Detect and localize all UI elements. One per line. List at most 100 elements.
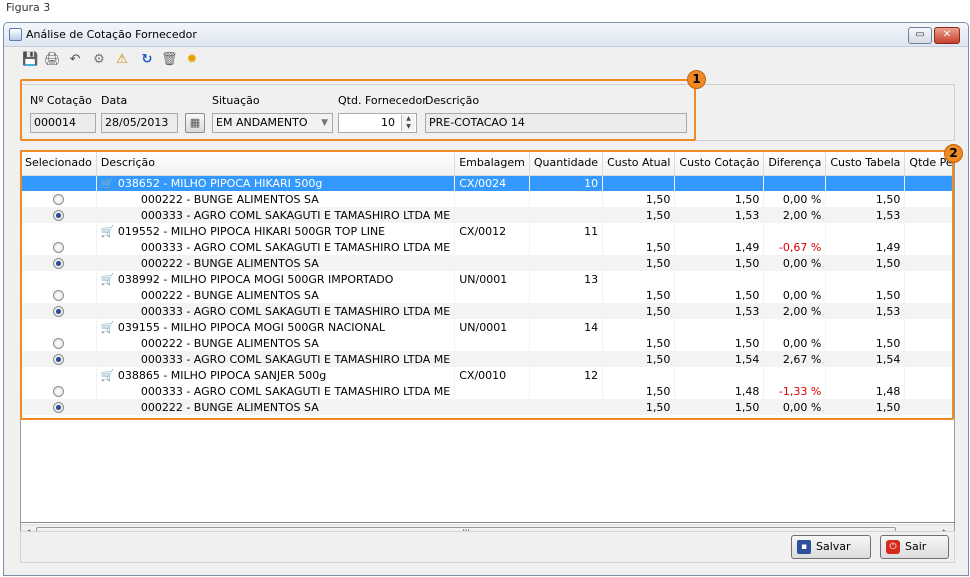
supplier-radio[interactable]: [52, 242, 64, 253]
calendar-button[interactable]: ▦: [185, 113, 205, 133]
cell-custo-atual: [602, 175, 676, 191]
gear-icon[interactable]: ⚙: [91, 52, 107, 68]
col-header-quantidade[interactable]: Quantidade: [529, 151, 604, 176]
cell-selecionado: [21, 175, 97, 191]
supplier-radio[interactable]: [52, 402, 64, 413]
product-row[interactable]: 🛒 038865 - MILHO PIPOCA SANJER 500g CX/001…: [21, 367, 954, 383]
cell-custo-atual: 1,50: [602, 351, 676, 367]
cell-custo-atual: 1,50: [602, 383, 676, 399]
cell-custo-cotacao-text: 1,48: [734, 384, 760, 398]
cell-descricao-text: 000333 - AGRO COML SAKAGUTI E TAMASHIRO …: [140, 304, 451, 318]
col-header-selecionado[interactable]: Selecionado: [21, 151, 97, 176]
cell-diferenca: -1,33 %: [763, 383, 827, 399]
product-row[interactable]: 🛒 019552 - MILHO PIPOCA HIKARI 500GR TOP …: [21, 223, 954, 239]
cell-diferenca: 0,00 %: [763, 191, 827, 207]
supplier-radio[interactable]: [52, 338, 64, 349]
cell-custo-tabela: 1,53: [825, 303, 906, 319]
supplier-radio[interactable]: [52, 290, 64, 301]
spin-arrows-icon[interactable]: ▲ ▼: [401, 115, 415, 131]
supplier-row[interactable]: 000222 - BUNGE ALIMENTOS SA 1,50 1,50 0,00 …: [21, 191, 954, 207]
product-row[interactable]: 🛒 038652 - MILHO PIPOCA HIKARI 500g CX/002…: [21, 175, 954, 191]
sair-label: Sair: [905, 540, 927, 553]
col-header-embalagem[interactable]: Embalagem: [454, 151, 530, 176]
cell-custo-tabela: 1,50: [825, 191, 906, 207]
qtd-fornecedor-stepper[interactable]: 10 ▲ ▼: [338, 113, 417, 133]
cell-diferenca-text: 0,00 %: [782, 336, 822, 350]
cell-quantidade: 12: [529, 367, 604, 383]
supplier-row[interactable]: 000222 - BUNGE ALIMENTOS SA 1,50 1,50 0,00 …: [21, 335, 954, 351]
cell-quantidade-text: 12: [584, 368, 599, 382]
col-header-custo-atual[interactable]: Custo Atual: [602, 151, 676, 176]
cell-descricao-text: 038865 - MILHO PIPOCA SANJER 500g: [117, 368, 327, 382]
cell-descricao-text: 000333 - AGRO COML SAKAGUTI E TAMASHIRO …: [140, 208, 451, 222]
cell-descricao-text: 000333 - AGRO COML SAKAGUTI E TAMASHIRO …: [140, 384, 451, 398]
col-header-descricao[interactable]: Descrição: [96, 151, 456, 176]
supplier-row[interactable]: 000222 - BUNGE ALIMENTOS SA 1,50 1,50 0,00 …: [21, 255, 954, 271]
cell-diferenca: 0,00 %: [763, 399, 827, 415]
supplier-radio[interactable]: [52, 258, 64, 269]
qtd-fornecedor-value: 10: [381, 116, 395, 129]
cell-qtde-pendente: 0: [904, 303, 954, 319]
supplier-radio[interactable]: [52, 306, 64, 317]
product-row[interactable]: 🛒 039155 - MILHO PIPOCA MOGI 500GR NACION…: [21, 319, 954, 335]
supplier-radio[interactable]: [52, 354, 64, 365]
cell-custo-cotacao: [674, 271, 765, 287]
cell-custo-atual-text: 1,50: [645, 208, 671, 222]
cell-quantidade: 10: [529, 175, 604, 191]
sair-button[interactable]: ⏻ Sair: [880, 535, 949, 559]
supplier-row[interactable]: 000333 - AGRO COML SAKAGUTI E TAMASHIRO …: [21, 383, 954, 399]
print-icon[interactable]: 🖨: [44, 52, 61, 68]
cell-custo-tabela-text: 1,48: [875, 384, 901, 398]
cell-descricao-text: 000333 - AGRO COML SAKAGUTI E TAMASHIRO …: [140, 240, 451, 254]
save-icon[interactable]: 💾: [22, 52, 38, 68]
supplier-row[interactable]: 000333 - AGRO COML SAKAGUTI E TAMASHIRO …: [21, 303, 954, 319]
salvar-button[interactable]: ▪ Salvar: [791, 535, 871, 559]
cell-qtde-pendente: 0: [904, 335, 954, 351]
cell-descricao-text: 019552 - MILHO PIPOCA HIKARI 500GR TOP L…: [117, 224, 386, 238]
badge-header: 1: [687, 70, 706, 89]
supplier-radio[interactable]: [52, 210, 64, 221]
col-header-custo-tabela[interactable]: Custo Tabela: [825, 151, 906, 176]
cell-selecionado: [21, 303, 97, 319]
product-row[interactable]: 🛒 038992 - MILHO PIPOCA MOGI 500GR IMPORT…: [21, 271, 954, 287]
cell-embalagem-text: CX/0024: [459, 176, 507, 190]
supplier-row[interactable]: 000222 - BUNGE ALIMENTOS SA 1,50 1,50 0,00 …: [21, 399, 954, 415]
cell-embalagem: [454, 255, 530, 271]
situacao-select[interactable]: EM ANDAMENTO ▼: [212, 113, 333, 133]
chevron-down-icon: ▼: [321, 118, 328, 128]
cell-custo-cotacao-text: 1,49: [734, 240, 760, 254]
supplier-row[interactable]: 000222 - BUNGE ALIMENTOS SA 1,50 1,50 0,00 …: [21, 287, 954, 303]
refresh-icon[interactable]: ↻: [139, 52, 155, 68]
descricao-field[interactable]: PRE-COTACAO 14: [425, 113, 687, 133]
cell-selecionado: [21, 239, 97, 255]
cell-selecionado: [21, 399, 97, 415]
col-header-custo-cotacao[interactable]: Custo Cotação: [674, 151, 765, 176]
col-header-diferenca[interactable]: Diferença: [763, 151, 827, 176]
cell-custo-tabela: 1,53: [825, 207, 906, 223]
supplier-radio[interactable]: [52, 386, 64, 397]
supplier-row[interactable]: 000333 - AGRO COML SAKAGUTI E TAMASHIRO …: [21, 351, 954, 367]
process-icon[interactable]: ✹: [184, 52, 200, 68]
cart-icon: 🛒: [100, 320, 115, 334]
cell-descricao: 🛒 038652 - MILHO PIPOCA HIKARI 500g: [96, 175, 456, 191]
supplier-row[interactable]: 000333 - AGRO COML SAKAGUTI E TAMASHIRO …: [21, 239, 954, 255]
cell-quantidade-text: 13: [584, 272, 599, 286]
cell-custo-atual: [602, 223, 676, 239]
cell-diferenca-text: 0,00 %: [782, 256, 822, 270]
calendar-icon: ▦: [189, 116, 201, 129]
close-button[interactable]: ✕: [934, 27, 960, 44]
supplier-row[interactable]: 000333 - AGRO COML SAKAGUTI E TAMASHIRO …: [21, 207, 954, 223]
cell-descricao: 000333 - AGRO COML SAKAGUTI E TAMASHIRO …: [96, 351, 456, 367]
trash-icon[interactable]: 🗑: [161, 52, 178, 68]
undo-icon[interactable]: ↶: [67, 52, 83, 68]
data-field[interactable]: 28/05/2013: [101, 113, 178, 133]
cell-custo-atual: 1,50: [602, 335, 676, 351]
report-warning-icon[interactable]: ⚠: [114, 52, 130, 68]
cell-descricao-text: 000222 - BUNGE ALIMENTOS SA: [140, 400, 319, 414]
cell-descricao: 🛒 038992 - MILHO PIPOCA MOGI 500GR IMPORT…: [96, 271, 456, 287]
cart-icon: 🛒: [100, 176, 115, 190]
cell-custo-tabela: 1,54: [825, 351, 906, 367]
cell-embalagem-text: CX/0010: [459, 368, 507, 382]
supplier-radio[interactable]: [52, 194, 64, 205]
restore-button[interactable]: ▭: [908, 27, 932, 44]
